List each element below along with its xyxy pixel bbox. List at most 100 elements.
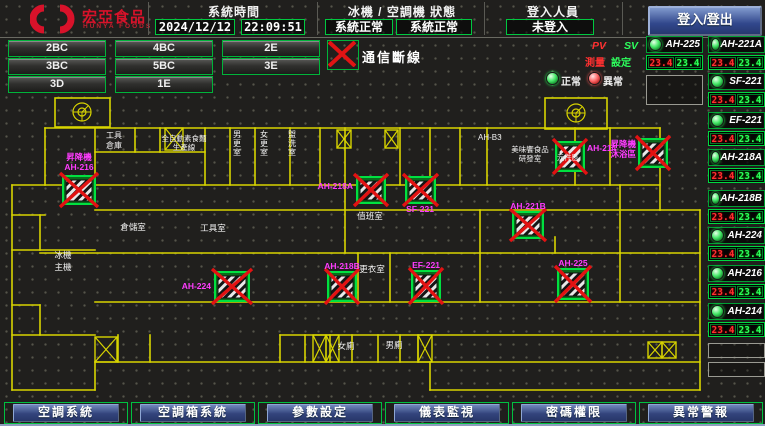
unit-pv-value: 23.4 (710, 286, 736, 297)
unit-status-led (711, 305, 724, 318)
nav-button-5[interactable]: 異常警報 (648, 404, 754, 422)
nav-button-2[interactable]: 參數設定 (267, 404, 373, 422)
room-label: 元件區 (557, 152, 580, 162)
unit-values-ah-224: 23.423.4 (708, 246, 765, 261)
unit-values-sf-221: 23.423.4 (708, 92, 765, 107)
unit-tile-ah-225[interactable]: AH-225 (646, 36, 703, 53)
normal-led-icon (546, 72, 559, 85)
unit-pv-value: 23.4 (710, 170, 736, 181)
unit-status-led (649, 38, 662, 51)
nav-frame: 儀表監視 (385, 402, 509, 424)
unit-tile-ah-214[interactable]: AH-214 (708, 303, 765, 320)
unit-tile-ah-224[interactable]: AH-224 (708, 227, 765, 244)
room-label: 室 (260, 147, 268, 157)
pv-legend-label: 測量 (585, 54, 605, 69)
room-label: 冰機 (54, 250, 72, 260)
unit-pv-value: 23.4 (710, 324, 736, 335)
header-separator (148, 2, 149, 35)
unit-tile-ah-221a[interactable]: AH-221A (708, 36, 765, 53)
unit-sv-value: 23.4 (737, 94, 763, 105)
hmi-screen: 宏亞食品 HUNYA FOODS 系統時間 2024/12/12 22:09:5… (0, 0, 765, 426)
unit-sv-value: 23.4 (737, 324, 763, 335)
header-separator (317, 2, 318, 35)
equipment-label: EF-221 (412, 260, 440, 270)
unit-tile-ah-218b[interactable]: AH-218B (708, 190, 765, 207)
unit-name: AH-221A (720, 39, 762, 50)
ahu-offline-icon[interactable] (354, 174, 388, 206)
equipment-label: AH-218B (324, 261, 359, 271)
unit-pv-value: 23.4 (710, 133, 736, 144)
floor-button-3e[interactable]: 3E (222, 58, 320, 75)
comm-offline-icon (327, 40, 359, 70)
room-label: 工具室 (200, 223, 226, 233)
nav-button-0[interactable]: 空調系統 (13, 404, 119, 422)
unit-pv-value: 23.4 (710, 248, 736, 259)
unit-sv-value: 23.4 (737, 170, 763, 181)
ahu-offline-icon[interactable] (212, 269, 252, 304)
nav-button-4[interactable]: 密碼權限 (521, 404, 627, 422)
ahu-offline-icon[interactable] (60, 173, 98, 207)
sv-abbrev: SV (624, 40, 638, 52)
ahu-offline-icon[interactable] (325, 269, 359, 304)
ahu-offline-icon[interactable] (555, 266, 591, 302)
unit-status-led (711, 114, 724, 127)
brand-logo-icon (30, 4, 78, 34)
login-logout-button[interactable]: 登入/登出 (648, 6, 762, 36)
room-label: 生產線 (173, 142, 196, 152)
unit-status-led (711, 229, 724, 242)
room-label: 更 (233, 139, 241, 148)
abnormal-legend-label: 異常 (603, 73, 623, 88)
equipment-label: AH-216 (64, 162, 94, 172)
nav-button-1[interactable]: 空調箱系統 (140, 404, 246, 422)
elevator-shaft-icon (385, 130, 398, 148)
floor-button-2bc[interactable]: 2BC (8, 40, 106, 57)
room-label: 盥 (288, 129, 296, 139)
floor-button-3bc[interactable]: 3BC (8, 58, 106, 75)
floor-button-2e[interactable]: 2E (222, 40, 320, 57)
ahu-offline-icon[interactable] (510, 209, 546, 241)
system-time-value: 22:09:51 (241, 19, 305, 35)
plan-stairs (55, 98, 607, 129)
unit-sv-value: 23.4 (737, 133, 763, 144)
unit-name: AH-218B (720, 193, 762, 204)
room-label: 室 (288, 147, 296, 157)
unit-values-ah-218b: 23.423.4 (708, 209, 765, 224)
ahu-offline-icon[interactable] (409, 268, 443, 304)
plan-room-labels: 工具倉庫全自動素食麵生產線男更室女更室盥洗室美味饗食品研發室AH-B3元件區倉儲… (54, 129, 579, 351)
floor-plan: 昇降機AH-216AH-224AH-218ASF-221AH-218BEF-22… (6, 90, 712, 392)
room-label: 研發室 (519, 153, 542, 163)
floor-button-5bc[interactable]: 5BC (115, 58, 213, 75)
unit-tile-ah-216[interactable]: AH-216 (708, 265, 765, 282)
nav-frame: 空調系統 (4, 402, 128, 424)
unit-name: AH-224 (728, 230, 762, 241)
unit-name: AH-214 (728, 306, 762, 317)
elevator-shaft-icon (313, 335, 326, 362)
equipment-label: 昇降機 (66, 152, 92, 162)
unit-status-led (711, 192, 720, 205)
room-label: 男廁 (385, 340, 403, 350)
unit-tile-ah-218a[interactable]: AH-218A (708, 149, 765, 166)
header-separator (622, 2, 623, 35)
equipment-label: AH-218A (318, 181, 353, 191)
unit-status-led (711, 75, 724, 88)
floor-button-4bc[interactable]: 4BC (115, 40, 213, 57)
unit-name: AH-218A (720, 152, 762, 163)
nav-frame: 密碼權限 (512, 402, 636, 424)
room-label: 美味饗食品 (511, 144, 549, 154)
unit-tile-sf-221[interactable]: SF-221 (708, 73, 765, 90)
elevator-shaft-icon (648, 342, 662, 358)
nav-frame: 異常警報 (639, 402, 763, 424)
unit-values-ah-216: 23.423.4 (708, 284, 765, 299)
equipment-label: AH-221B (510, 201, 545, 211)
unit-sv-value: 23.4 (737, 248, 763, 259)
ahu-offline-icon[interactable] (403, 174, 438, 206)
empty-slot (708, 362, 765, 377)
abnormal-led-icon (588, 72, 601, 85)
room-label: 倉儲室 (120, 222, 146, 232)
nav-button-3[interactable]: 儀表監視 (394, 404, 500, 422)
elevator-shaft-icon (418, 335, 432, 362)
unit-name: AH-216 (728, 268, 762, 279)
unit-sv-value: 23.4 (675, 57, 701, 68)
empty-slot (708, 343, 765, 358)
unit-tile-ef-221[interactable]: EF-221 (708, 112, 765, 129)
